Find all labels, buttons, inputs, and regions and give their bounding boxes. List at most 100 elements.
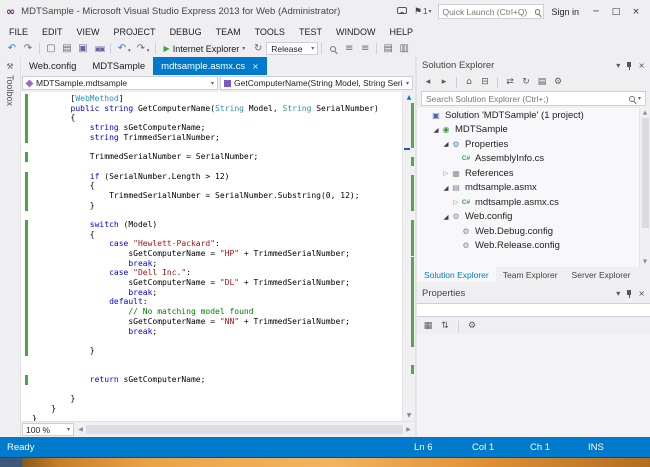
sync-active-document-icon[interactable]: ⇄: [503, 77, 517, 87]
close-button[interactable]: ×: [626, 7, 646, 17]
save-all-icon[interactable]: ▣▣: [91, 41, 107, 56]
tree-item-references[interactable]: ▷▦References: [417, 166, 650, 181]
window-menu-icon[interactable]: ▾: [616, 61, 620, 70]
tree-item-mdtsample-asmx[interactable]: ◢▤mdtsample.asmx: [417, 181, 650, 196]
toolbox-tab[interactable]: ⚒ Toolbox: [0, 57, 21, 437]
member-dropdown[interactable]: GetComputerName(String Model, String Ser…: [220, 76, 413, 90]
find-icon[interactable]: [325, 41, 341, 56]
tree-item-solution-mdtsample-1-project[interactable]: ▣Solution 'MDTSample' (1 project): [417, 108, 650, 123]
scroll-left-icon[interactable]: ◀: [75, 423, 86, 436]
scroll-up-icon[interactable]: ▲: [403, 92, 415, 103]
new-file-icon[interactable]: ▢: [43, 41, 59, 56]
feedback-button[interactable]: [397, 6, 407, 17]
open-file-icon[interactable]: ▤: [59, 41, 75, 56]
scrollbar-thumb[interactable]: [642, 118, 649, 228]
refresh-icon[interactable]: ↻: [250, 41, 266, 56]
scroll-down-icon[interactable]: ▼: [643, 259, 647, 265]
type-dropdown[interactable]: MDTSample.mdtsample ▾: [22, 76, 218, 90]
navigate-forward-icon[interactable]: ↷: [20, 41, 36, 56]
panel-tab-solution-explorer[interactable]: Solution Explorer: [417, 267, 496, 282]
editor-bottom-bar: 100 % ▾ ◀ ▶: [21, 421, 415, 437]
back-icon[interactable]: ◂: [421, 77, 435, 87]
menu-window[interactable]: WINDOW: [329, 27, 383, 37]
pin-icon[interactable]: [625, 289, 633, 299]
tree-item-web-debug-config[interactable]: ⚙Web.Debug.config: [417, 224, 650, 239]
expanded-arrow-icon[interactable]: ◢: [431, 126, 441, 134]
uncomment-icon[interactable]: ≡: [357, 41, 373, 56]
comment-icon[interactable]: ≡: [341, 41, 357, 56]
solution-search-box[interactable]: ▾: [421, 91, 646, 106]
pin-icon[interactable]: [625, 61, 633, 71]
panel-tab-team-explorer[interactable]: Team Explorer: [496, 267, 565, 282]
solution-explorer-header[interactable]: Solution Explorer ▾ ×: [417, 57, 650, 74]
quick-launch-box[interactable]: [438, 4, 544, 19]
tree-item-mdtsample-asmx-cs[interactable]: ▷C#mdtsample.asmx.cs: [417, 195, 650, 210]
tree-scrollbar[interactable]: ▲ ▼: [639, 108, 650, 267]
menu-test[interactable]: TEST: [292, 27, 329, 37]
solution-explorer-window-icon[interactable]: ▤: [380, 41, 396, 56]
property-pages-icon[interactable]: ⚙: [465, 321, 479, 331]
menu-help[interactable]: HELP: [382, 27, 420, 37]
tree-item-mdtsample[interactable]: ◢◉MDTSample: [417, 123, 650, 138]
quick-launch-input[interactable]: [442, 7, 531, 17]
close-panel-icon[interactable]: ×: [638, 61, 645, 70]
collapse-all-icon[interactable]: ⊟: [478, 77, 492, 87]
editor-vscrollbar[interactable]: ▲ ▼: [402, 92, 415, 421]
window-menu-icon[interactable]: ▾: [616, 289, 620, 298]
sign-in-link[interactable]: Sign in: [551, 7, 579, 17]
redo-dropdown-icon[interactable]: ▾: [147, 48, 150, 54]
toolbar-separator: [155, 43, 156, 54]
menu-view[interactable]: VIEW: [70, 27, 107, 37]
scroll-down-icon[interactable]: ▼: [403, 410, 415, 421]
show-all-files-icon[interactable]: ▤: [535, 77, 549, 87]
categorized-icon[interactable]: ▦: [421, 321, 435, 331]
menu-debug[interactable]: DEBUG: [163, 27, 209, 37]
properties-header[interactable]: Properties ▾ ×: [417, 285, 650, 302]
search-options-icon[interactable]: ▾: [638, 95, 641, 102]
menu-file[interactable]: FILE: [2, 27, 35, 37]
menu-edit[interactable]: EDIT: [35, 27, 70, 37]
zoom-control[interactable]: 100 % ▾: [22, 423, 74, 436]
forward-icon[interactable]: ▸: [437, 77, 451, 87]
maximize-button[interactable]: □: [606, 7, 626, 17]
solution-search-input[interactable]: [426, 94, 626, 104]
collapsed-arrow-icon[interactable]: ▷: [451, 198, 461, 206]
alphabetical-icon[interactable]: ⇅: [438, 321, 452, 331]
solution-configuration-dropdown[interactable]: Release ▾: [266, 42, 318, 55]
code-area[interactable]: [WebMethod] public string GetComputerNam…: [32, 92, 402, 421]
menu-team[interactable]: TEAM: [209, 27, 248, 37]
tree-item-web-config[interactable]: ◢⚙Web.config: [417, 210, 650, 225]
navigate-backward-icon[interactable]: ↶: [4, 41, 20, 56]
menu-tools[interactable]: TOOLS: [248, 27, 292, 37]
collapsed-arrow-icon[interactable]: ▷: [441, 169, 451, 177]
properties-icon[interactable]: ⚙: [551, 77, 565, 87]
save-icon[interactable]: ▣: [75, 41, 91, 56]
tab-web-config[interactable]: Web.config: [21, 57, 84, 75]
undo-dropdown-icon[interactable]: ▾: [128, 48, 131, 54]
expanded-arrow-icon[interactable]: ◢: [441, 140, 451, 148]
close-panel-icon[interactable]: ×: [638, 289, 645, 298]
scroll-right-icon[interactable]: ▶: [403, 423, 414, 436]
home-icon[interactable]: ⌂: [462, 77, 476, 87]
expanded-arrow-icon[interactable]: ◢: [441, 213, 451, 221]
code-editor[interactable]: [WebMethod] public string GetComputerNam…: [21, 92, 415, 421]
tree-item-web-release-config[interactable]: ⚙Web.Release.config: [417, 239, 650, 254]
start-debug-button[interactable]: ▶ Internet Explorer ▾: [159, 41, 251, 56]
notifications-button[interactable]: ⚑ 1 ▾: [414, 7, 432, 17]
toolbox-label: Toolbox: [5, 75, 15, 106]
close-tab-icon[interactable]: ×: [252, 62, 259, 71]
expanded-arrow-icon[interactable]: ◢: [441, 184, 451, 192]
menu-project[interactable]: PROJECT: [107, 27, 163, 37]
panel-tab-server-explorer[interactable]: Server Explorer: [565, 267, 638, 282]
editor-hscrollbar[interactable]: ◀ ▶: [75, 423, 414, 436]
hscroll-thumb[interactable]: [86, 425, 403, 434]
tree-item-properties[interactable]: ◢⚙Properties: [417, 137, 650, 152]
tab-mdtsample[interactable]: MDTSample: [84, 57, 153, 75]
properties-object-dropdown[interactable]: [417, 303, 650, 317]
properties-window-icon[interactable]: ▥: [396, 41, 412, 56]
tab-mdtsample-asmx-cs[interactable]: mdtsample.asmx.cs×: [153, 57, 267, 75]
scroll-up-icon[interactable]: ▲: [643, 110, 647, 116]
refresh-icon[interactable]: ↻: [519, 77, 533, 87]
tree-item-assemblyinfo-cs[interactable]: C#AssemblyInfo.cs: [417, 152, 650, 167]
minimize-button[interactable]: ─: [586, 7, 606, 17]
